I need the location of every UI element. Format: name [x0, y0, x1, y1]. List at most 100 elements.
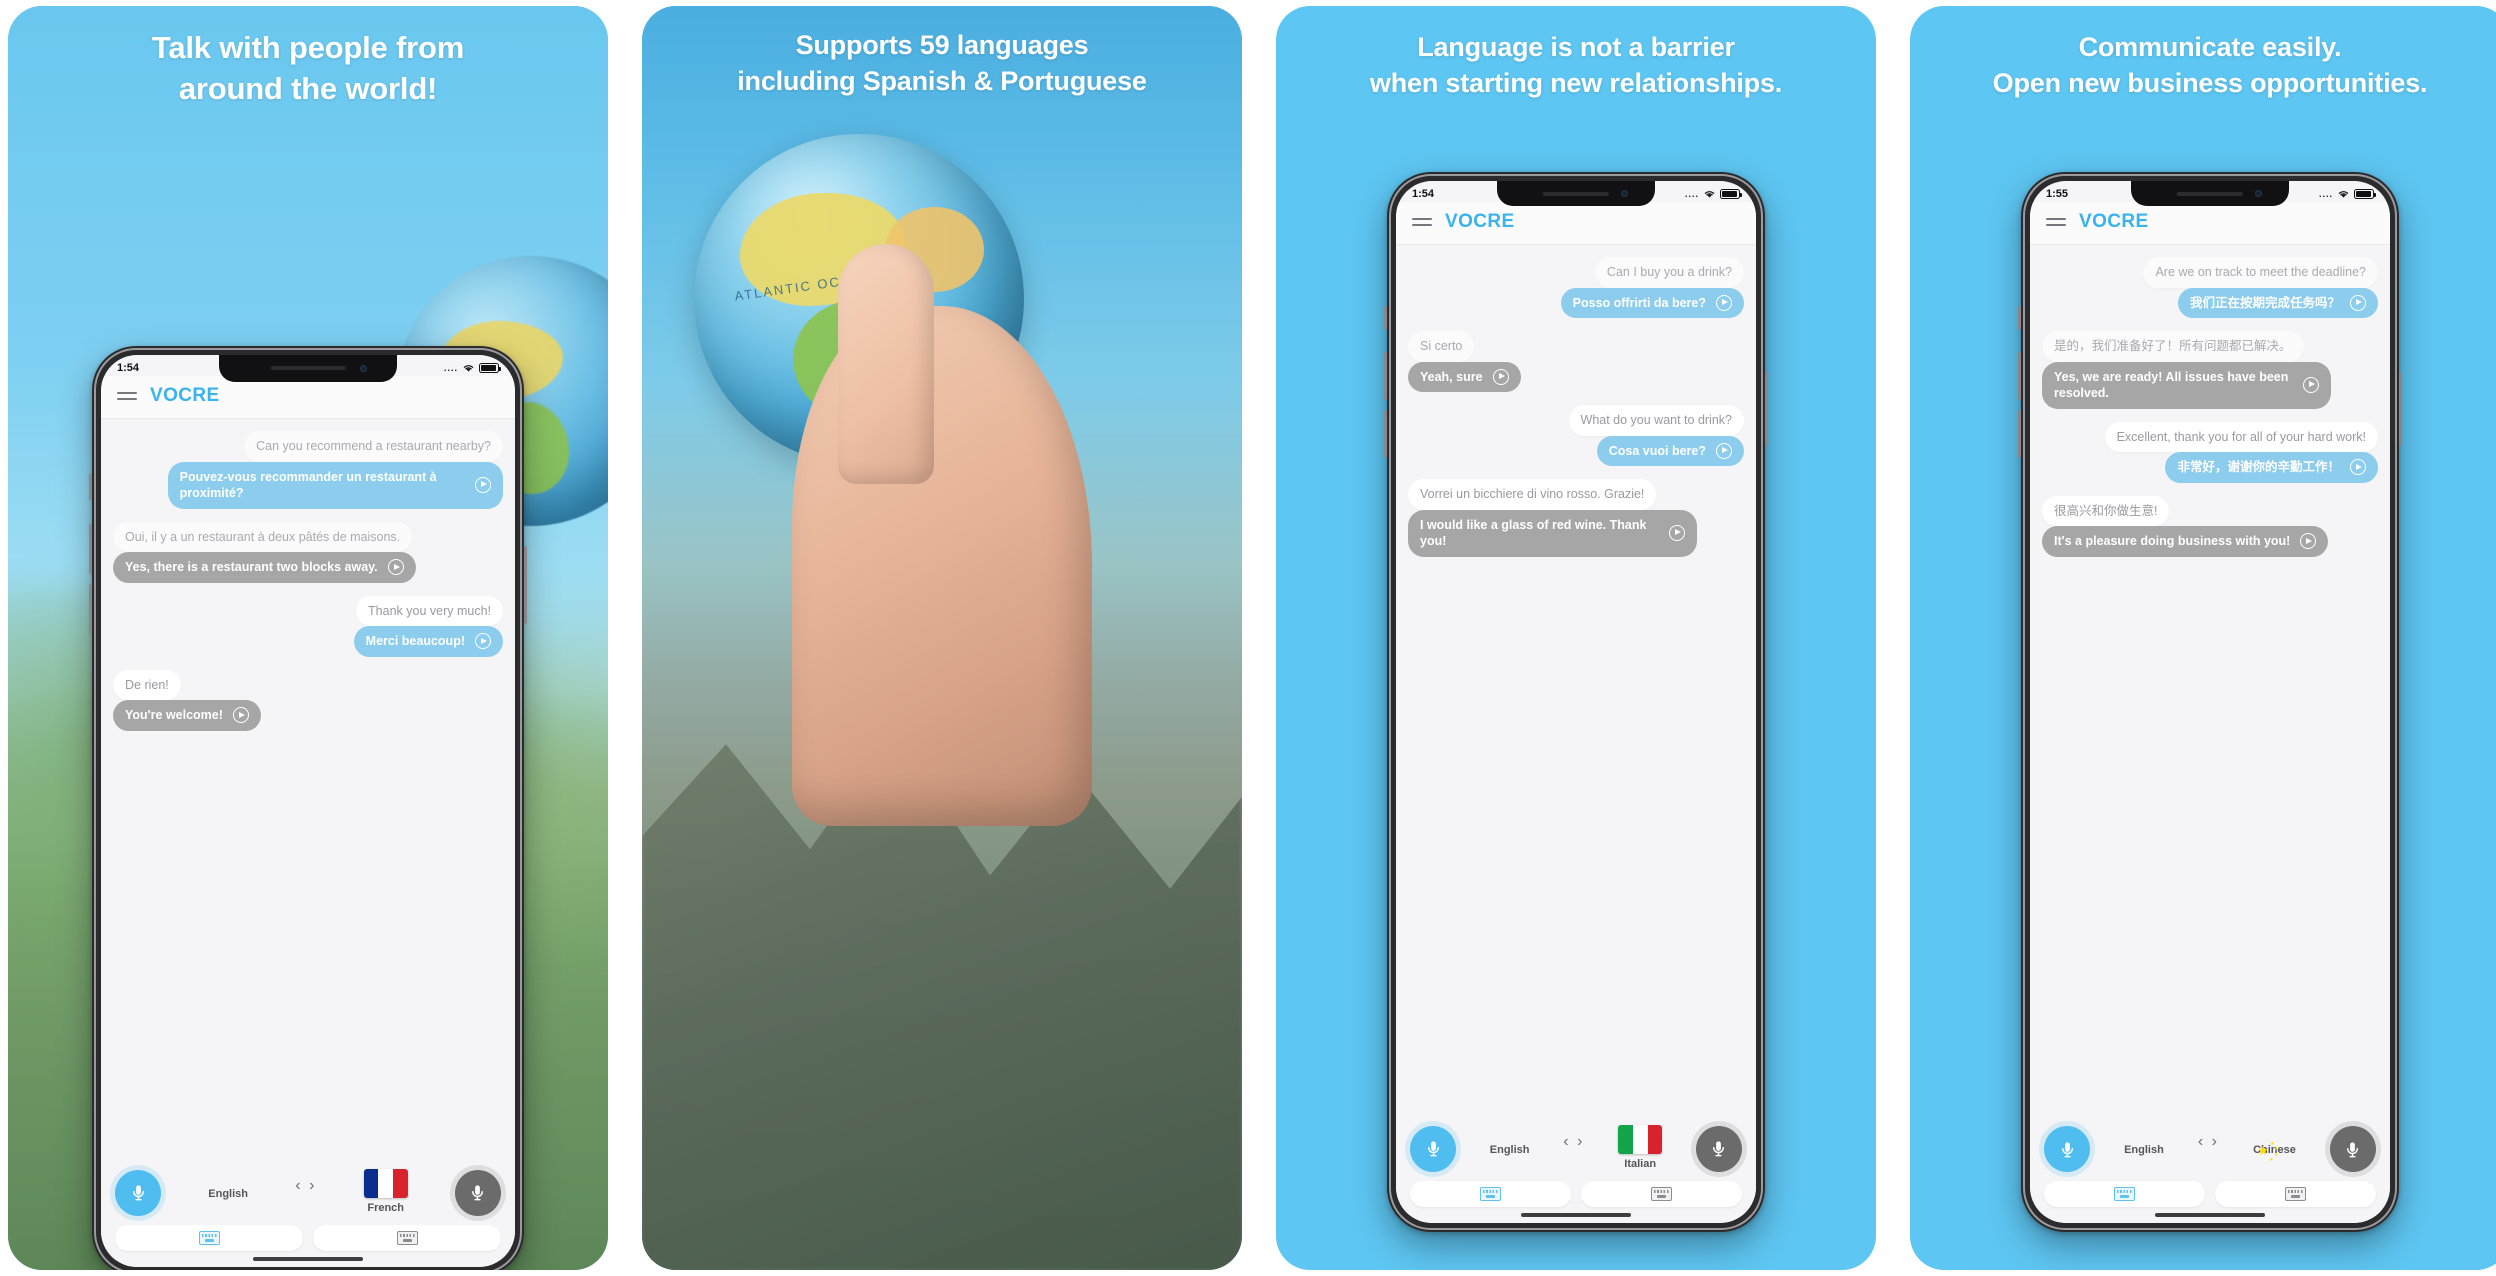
phone-volume-down [1384, 410, 1387, 458]
microphone-button-right[interactable] [2329, 1126, 2376, 1172]
source-bubble: Can you recommend a restaurant nearby? [244, 431, 503, 462]
play-audio-icon[interactable] [1716, 294, 1732, 311]
keyboard-button-right[interactable] [1581, 1181, 1742, 1207]
chat-list-1: Can you recommend a restaurant nearby? P… [101, 419, 515, 743]
microphone-icon [472, 1185, 484, 1201]
translated-bubble[interactable]: Cosa vuoi bere? [1596, 435, 1744, 466]
language-selector-right[interactable]: ★★★★★ Chinese [2253, 1140, 2296, 1163]
cellular-signal-icon: .... [1684, 189, 1699, 199]
microphone-button-left[interactable] [1410, 1125, 1456, 1172]
message-group: Can you recommend a restaurant nearby? P… [113, 431, 503, 509]
source-bubble: 很高兴和你做生意! [2042, 495, 2170, 526]
translated-bubble[interactable]: I would like a glass of red wine. Thank … [1408, 509, 1697, 557]
language-selector-left[interactable]: English [208, 1184, 248, 1202]
swap-languages-icon[interactable]: ‹ › [2198, 1133, 2219, 1165]
translated-bubble[interactable]: Posso offrirti da bere? [1560, 287, 1744, 318]
play-audio-icon[interactable] [1492, 368, 1509, 385]
translated-bubble[interactable]: Yes, there is a restaurant two blocks aw… [113, 552, 416, 583]
headline-line-2: when starting new relationships. [1369, 67, 1783, 98]
message-group: 很高兴和你做生意! It's a pleasure doing business… [2042, 495, 2378, 557]
translated-bubble[interactable]: 我们正在按期完成任务吗？ [2177, 287, 2378, 318]
app-logo: VOCRE [1445, 211, 1515, 232]
phone-mockup-4: 1:55 .... VOCRE Are we on track to meet … [2018, 172, 2402, 1232]
hamburger-menu-icon[interactable] [117, 392, 137, 400]
play-audio-icon[interactable] [1668, 525, 1685, 541]
play-audio-icon[interactable] [2350, 294, 2366, 311]
panel-4-headline: Communicate easily. Open new business op… [1910, 6, 2496, 101]
battery-icon [1720, 189, 1742, 199]
play-audio-icon[interactable] [1716, 442, 1732, 459]
language-label-right: Italian [1624, 1158, 1657, 1170]
source-bubble: Vorrei un bicchiere di vino rosso. Grazi… [1408, 479, 1657, 510]
translated-bubble[interactable]: Yeah, sure [1408, 361, 1521, 392]
translated-bubble[interactable]: Yes, we are ready! All issues have been … [2042, 361, 2331, 409]
flag-it-icon [1618, 1125, 1663, 1154]
keyboard-icon [2285, 1187, 2306, 1201]
language-selector-right[interactable]: Italian [1618, 1125, 1663, 1172]
swap-languages-icon[interactable]: ‹ › [1563, 1133, 1584, 1165]
phone-volume-up [1384, 352, 1387, 400]
source-bubble: 是的，我们准备好了！所有问题都已解决。 [2042, 331, 2304, 362]
keyboard-button-left[interactable] [115, 1225, 303, 1251]
app-screenshot-panel-4: Communicate easily. Open new business op… [1910, 6, 2496, 1270]
translated-bubble[interactable]: Pouvez-vous recommander un restaurant à … [167, 461, 503, 509]
play-audio-icon[interactable] [2350, 459, 2366, 476]
swap-languages-icon[interactable]: ‹ › [295, 1177, 316, 1209]
translated-bubble[interactable]: Merci beaucoup! [353, 626, 503, 657]
app-screenshot-panel-2: ATLANTIC OCEAN Supports 59 languages inc… [642, 6, 1242, 1270]
wifi-icon [2338, 191, 2349, 198]
home-indicator [1521, 1213, 1631, 1217]
microphone-button-left[interactable] [115, 1169, 161, 1216]
phone-power-button [1765, 372, 1768, 446]
keyboard-button-left[interactable] [1410, 1181, 1571, 1207]
language-selector-left[interactable]: English [1490, 1140, 1530, 1158]
phone-power-button [2399, 372, 2402, 446]
phone-screen-4: 1:55 .... VOCRE Are we on track to meet … [2030, 181, 2390, 1223]
battery-icon [2354, 189, 2376, 199]
play-audio-icon[interactable] [232, 707, 249, 724]
phone-screen-3: 1:54 .... VOCRE Can I buy you a drink? P… [1396, 181, 1756, 1223]
phone-volume-down [89, 584, 92, 634]
bottom-toolbar-3: English ‹ › Italian [1396, 1115, 1756, 1223]
play-audio-icon[interactable] [2302, 377, 2319, 393]
translated-bubble[interactable]: It's a pleasure doing business with you! [2042, 526, 2329, 557]
keyboard-icon [396, 1231, 418, 1245]
play-audio-icon[interactable] [2300, 533, 2317, 550]
phone-mockup-3: 1:54 .... VOCRE Can I buy you a drink? P… [1384, 172, 1768, 1232]
panel-3-headline: Language is not a barrier when starting … [1276, 6, 1876, 101]
hamburger-menu-icon[interactable] [1412, 218, 1432, 226]
play-audio-icon[interactable] [475, 633, 491, 650]
message-group: What do you want to drink? Cosa vuoi ber… [1408, 405, 1744, 466]
message-group: Can I buy you a drink? Posso offrirti da… [1408, 257, 1744, 318]
play-audio-icon[interactable] [387, 559, 404, 576]
phone-volume-up [89, 524, 92, 574]
microphone-button-left[interactable] [2044, 1126, 2090, 1172]
status-time: 1:54 [117, 362, 140, 374]
message-group: Are we on track to meet the deadline? 我们… [2042, 257, 2378, 318]
microphone-icon [132, 1185, 144, 1201]
source-bubble: What do you want to drink? [1568, 405, 1744, 436]
microphone-icon [1713, 1141, 1725, 1157]
headline-line-1: Communicate easily. [2078, 32, 2342, 62]
screenshot-gallery: Talk with people from around the world! … [0, 0, 2496, 1276]
status-bar-3: 1:54 .... [1396, 181, 1756, 202]
keyboard-button-right[interactable] [2215, 1181, 2376, 1207]
translated-bubble[interactable]: You're welcome! [113, 700, 261, 731]
hand-photo [792, 306, 1092, 826]
cellular-signal-icon: .... [443, 363, 458, 373]
keyboard-button-right[interactable] [313, 1225, 501, 1251]
microphone-button-right[interactable] [1695, 1125, 1742, 1172]
keyboard-button-left[interactable] [2044, 1181, 2205, 1207]
language-selector-right[interactable]: French [363, 1169, 408, 1216]
hamburger-menu-icon[interactable] [2046, 218, 2066, 226]
panel-2-headline: Supports 59 languages including Spanish … [642, 6, 1242, 99]
keyboard-icon [2114, 1187, 2135, 1201]
language-label-right: French [367, 1202, 405, 1214]
message-group: Vorrei un bicchiere di vino rosso. Grazi… [1408, 479, 1744, 557]
translated-bubble[interactable]: 非常好，谢谢你的辛勤工作！ [2165, 452, 2378, 483]
play-audio-icon[interactable] [475, 477, 491, 493]
language-label-left: English [2124, 1144, 2164, 1156]
panel-1-headline: Talk with people from around the world! [8, 6, 608, 110]
language-selector-left[interactable]: English [2124, 1140, 2164, 1158]
microphone-button-right[interactable] [454, 1169, 501, 1216]
